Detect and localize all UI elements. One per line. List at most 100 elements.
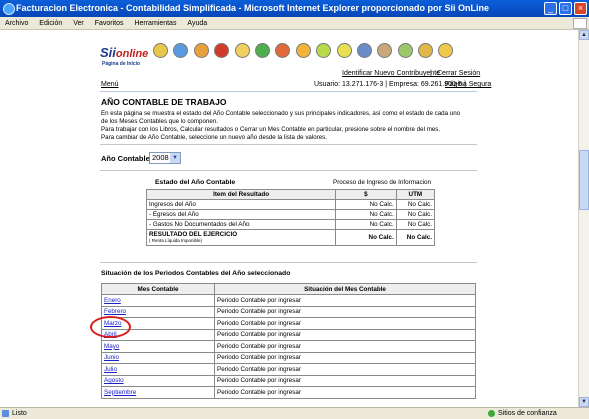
month-status: Periodo Contable por ingresar [214, 340, 476, 353]
col-item: Item del Resultado [145, 189, 337, 200]
logo-online-text: online [115, 48, 149, 60]
user-company-info: Usuario: 13.271.176-3 | Empresa: 69.261.… [314, 81, 466, 88]
link-separator: | [430, 70, 432, 77]
col-pesos: $ [335, 189, 397, 200]
status-text: Listo [12, 410, 27, 417]
month-status: Periodo Contable por ingresar [214, 386, 476, 399]
annotation-circle [90, 316, 131, 338]
menu-link[interactable]: Menú [101, 81, 119, 88]
annual-status-heading: Estado del Año Contable [155, 179, 236, 186]
page-icon [2, 410, 9, 417]
month-link-septiembre[interactable]: Septiembre [104, 389, 136, 396]
result-sublabel: ( Renta Líquida Imponible) [149, 237, 203, 243]
menu-archivo[interactable]: Archivo [5, 20, 28, 27]
document-icon[interactable] [234, 43, 250, 58]
menu-favoritos[interactable]: Favoritos [95, 20, 124, 27]
row-utm: No Calc. [395, 219, 436, 230]
col-month: Mes Contable [101, 283, 215, 295]
sii-online-logo[interactable]: Siionline Página de Inicio [100, 44, 150, 72]
row-utm: No Calc. [395, 209, 436, 220]
person-icon[interactable] [153, 43, 168, 58]
doc-icon[interactable] [336, 43, 352, 58]
year-selected-value: 2008 [152, 153, 169, 162]
menu-edicion[interactable]: Edición [39, 20, 62, 27]
menu-ver[interactable]: Ver [73, 20, 84, 27]
people-icon[interactable] [377, 43, 393, 58]
month-link-febrero[interactable]: Febrero [104, 308, 126, 315]
description-line-2: de los Meses Contables que lo componen. [101, 118, 218, 125]
status-bar: Listo Sitios de confianza [0, 407, 589, 419]
description-line-4: Para cambiar de Año Contable, seleccione… [101, 134, 327, 141]
table-row: Marzo Periodo Contable por ingresar [101, 317, 476, 330]
section-divider [100, 144, 477, 145]
month-link-julio[interactable]: Julio [104, 366, 117, 373]
month-link-mayo[interactable]: Mayo [104, 343, 119, 350]
month-status: Periodo Contable por ingresar [214, 294, 476, 307]
coins-icon[interactable] [193, 43, 209, 58]
description-line-3: Para trabajar con los Libros, Calcular r… [101, 126, 441, 133]
table-row: Abril Periodo Contable por ingresar [101, 328, 476, 341]
table-row: Julio Periodo Contable por ingresar [101, 363, 476, 376]
window-title: Facturacion Electronica - Contabilidad S… [16, 3, 490, 13]
chevron-down-icon[interactable]: ▼ [170, 153, 180, 163]
month-link-junio[interactable]: Junio [104, 354, 119, 361]
description-line-1: En esta página se muestra el estado del … [101, 110, 461, 117]
table-row: Junio Periodo Contable por ingresar [101, 351, 476, 364]
ledger-icon[interactable] [397, 43, 413, 58]
month-link-enero[interactable]: Enero [104, 297, 121, 304]
table-row: - Gastos No Documentados del Año No Calc… [145, 219, 436, 230]
book-icon[interactable] [316, 43, 332, 58]
zone-text: Sitios de confianza [498, 410, 557, 417]
month-status: Periodo Contable por ingresar [214, 351, 476, 364]
chart-icon[interactable] [275, 43, 291, 58]
table-row: Enero Periodo Contable por ingresar [101, 294, 476, 307]
close-session-link[interactable]: Cerrar Sesión [437, 70, 480, 77]
invoice-icon[interactable] [254, 43, 270, 58]
menu-bar: Archivo Edición Ver Favoritos Herramient… [0, 17, 589, 30]
row-item: - Egresos del Año [145, 209, 337, 220]
periods-table: Mes Contable Situación del Mes Contable … [101, 283, 476, 399]
scroll-down-icon[interactable]: ▼ [579, 397, 589, 407]
internet-explorer-icon [3, 3, 15, 15]
secure-page-link[interactable]: Página Segura [445, 81, 491, 88]
row-item: Ingresos del Año [145, 199, 337, 210]
bank-icon[interactable] [356, 43, 372, 58]
vertical-scrollbar[interactable]: ▲ ▼ [578, 30, 589, 407]
page-title: AÑO CONTABLE DE TRABAJO [101, 97, 227, 107]
result-utm: No Calc. [395, 229, 436, 246]
year-select[interactable]: 2008 ▼ [149, 152, 181, 164]
result-row: RESULTADO DEL EJERCICIO ( Renta Líquida … [145, 229, 436, 246]
month-status: Periodo Contable por ingresar [214, 374, 476, 387]
month-status: Periodo Contable por ingresar [214, 317, 476, 330]
menu-herramientas[interactable]: Herramientas [134, 20, 176, 27]
col-situation: Situación del Mes Contable [214, 283, 476, 295]
home-page-label: Página de Inicio [102, 61, 141, 67]
cert-icon[interactable] [418, 43, 434, 58]
section-divider-2 [100, 170, 477, 171]
scroll-up-icon[interactable]: ▲ [579, 30, 589, 40]
periods-heading: Situación de los Periodos Contables del … [101, 270, 291, 277]
close-icon[interactable]: × [574, 2, 587, 15]
result-pesos: No Calc. [335, 229, 397, 246]
identify-new-taxpayer-link[interactable]: Identificar Nuevo Contribuyente [342, 70, 440, 77]
folder-icon[interactable] [295, 43, 311, 58]
table-row: Agosto Periodo Contable por ingresar [101, 374, 476, 387]
maximize-icon[interactable]: □ [559, 2, 572, 15]
calendar-icon[interactable] [173, 43, 189, 58]
service-icon-bar [153, 43, 459, 58]
col-utm: UTM [395, 189, 436, 200]
scroll-thumb[interactable] [579, 150, 589, 210]
month-status: Periodo Contable por ingresar [214, 328, 476, 341]
info-icon[interactable] [438, 43, 454, 58]
section-divider-3 [100, 262, 477, 263]
menu-ayuda[interactable]: Ayuda [187, 20, 207, 27]
row-pesos: No Calc. [335, 199, 397, 210]
month-link-agosto[interactable]: Agosto [104, 377, 124, 384]
minimize-icon[interactable]: _ [544, 2, 557, 15]
alert-icon[interactable] [214, 43, 230, 58]
window-title-bar: Facturacion Electronica - Contabilidad S… [0, 0, 589, 17]
result-cell: RESULTADO DEL EJERCICIO ( Renta Líquida … [145, 229, 337, 246]
table-row: Septiembre Periodo Contable por ingresar [101, 386, 476, 399]
month-status: Periodo Contable por ingresar [214, 363, 476, 376]
windows-logo-icon [573, 18, 587, 29]
